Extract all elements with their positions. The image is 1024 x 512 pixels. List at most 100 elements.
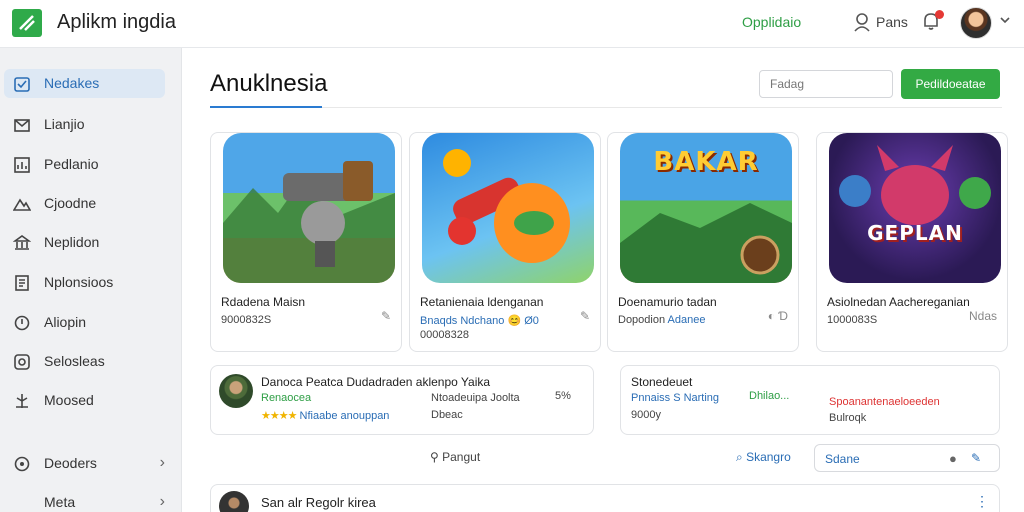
review-card[interactable]: Danoca Peatca Dudadraden aklenpo Yaika R… [210,365,594,435]
chart-icon [14,157,30,173]
app-card[interactable]: BAKAR Doenamurio tadan Dopodion Adanee ◐… [607,132,799,352]
card-meta: 9000832S [221,314,272,326]
search-link[interactable]: ⌕ Skangro [736,450,791,465]
primary-button[interactable]: Pedildoeatae [901,69,1000,99]
feed-title: San alr Regolr kirea [261,495,376,510]
document-icon [15,275,29,291]
pin-icon: ⚲ [430,450,443,464]
sidebar-item-9[interactable]: Moosed [4,386,165,415]
game-thumbnail[interactable]: BAKAR [620,133,792,283]
notification-badge [935,10,944,19]
reviewer-avatar [219,374,253,408]
mountain-icon [13,198,31,211]
review-title: Danoca Peatca Dudadraden aklenpo Yaika [261,375,491,389]
sidebar-item-10[interactable]: Deoders › [4,449,165,478]
thumbnail-logo: GEPLAN [867,221,963,245]
sidebar-item-5[interactable]: Neplidon [4,228,165,257]
review-subtitle: Ntoadeuipa Joolta [431,392,520,404]
location-label[interactable]: ⚲ Pangut [430,450,480,464]
sidebar-item-11[interactable]: Meta › [4,488,165,512]
settings-icon [14,354,30,370]
compass-icon [14,456,30,472]
review-meta: Dbeac [431,409,463,421]
divider [322,107,1002,108]
mail-icon [14,119,30,132]
chevron-down-icon[interactable] [999,15,1011,25]
app-card[interactable]: Retanienaia ldenganan Bnaqds Ndchano 😊 Ø… [409,132,601,352]
sidebar-item-label: Aliopin [44,314,87,330]
sidebar-item-1[interactable]: Nedakes [4,69,165,98]
card-action-label[interactable]: Ndas [969,309,997,323]
toggle-icon[interactable]: ◐ Ɗ [768,309,788,323]
app-logo-icon[interactable] [12,9,42,37]
sidebar-item-label: Lianjio [44,116,85,132]
game-thumbnail[interactable] [422,133,594,283]
chevron-right-icon: › [159,493,165,510]
calendar-icon [14,77,30,92]
review-card[interactable]: Stonedeuet Pnnaiss S Narting Dhilao... 9… [620,365,1000,435]
tree-icon [16,394,28,408]
chip-label: Sdane [825,452,860,466]
review-count: 9000y [631,409,661,421]
sidebar-item-label: Cjoodne [44,195,97,211]
sidebar-item-label: Nplonsioos [44,274,114,290]
sidebar-item-label: Deoders [44,455,97,471]
sidebar-item-4[interactable]: Cjoodne [4,189,165,218]
game-thumbnail[interactable] [223,133,395,283]
more-options-icon[interactable]: ⋮ [975,493,989,510]
card-meta: Bnaqds Ndchano 😊 Ø0 [420,315,539,327]
top-nav-link[interactable]: Opplidaio [742,14,801,30]
sidebar-item-6[interactable]: Nplonsioos [4,268,165,297]
card-meta-accent: Adanee [667,314,706,326]
sidebar-item-label: Pedlanio [44,156,99,172]
sidebar-item-label: Moosed [44,392,94,408]
sidebar: Nedakes Lianjio Pedlanio Cjoodne Neplido… [0,48,182,512]
card-title: Retanienaia ldenganan [420,295,544,309]
card-meta-text: Dopodion [618,314,666,326]
game-thumbnail[interactable]: GEPLAN [829,133,1001,283]
card-title: Rdadena Maisn [221,295,306,309]
user-icon[interactable] [853,12,871,32]
card-meta-secondary: 00008328 [420,329,469,341]
page-title: Anuklnesia [210,70,328,97]
review-meta: Bulroqk [829,412,867,424]
review-author: Renaocea [261,392,312,404]
card-meta: Dopodion Adanee [618,314,705,326]
sidebar-item-2[interactable]: Lianjio [4,110,165,139]
edit-icon[interactable]: ✎ [381,309,391,323]
app-title: Aplikm ingdia [57,11,176,33]
review-alert: Spoanantenaeloeeden [829,396,940,408]
review-count: 5% [555,390,571,402]
sidebar-item-8[interactable]: Selosleas [4,347,165,376]
star-rating: ★★★★ [261,410,297,422]
review-title: Stonedeuet [631,375,693,389]
search-icon: ⌕ [736,450,747,464]
app-card[interactable]: Rdadena Maisn 9000832S ✎ [210,132,402,352]
user-avatar[interactable] [960,7,992,39]
review-subtitle: Pnnaiss S Narting [631,392,720,404]
sidebar-item-label: Meta [44,494,76,510]
card-title: Doenamurio tadan [618,295,717,309]
edit-icon[interactable]: ✎ [971,451,981,465]
card-title: Asiolnedan Aachereganian [827,295,970,309]
app-card[interactable]: GEPLAN Asiolnedan Aachereganian 1000083S… [816,132,1008,352]
location-text: Pangut [442,450,481,464]
location-icon[interactable]: ● [949,451,957,466]
user-name[interactable]: Pans [876,14,908,30]
sidebar-item-7[interactable]: Aliopin [4,308,165,337]
review-link[interactable]: Nfiaabe anouppan [300,410,390,422]
top-bar: Aplikm ingdia Opplidaio Pans [0,0,1024,48]
feed-avatar [219,491,249,512]
search-input[interactable] [759,70,893,98]
bank-icon [13,235,31,250]
sidebar-item-3[interactable]: Pedlanio [4,150,165,179]
filter-chip[interactable]: Sdane ● ✎ [814,444,1000,472]
card-meta: 1000083S [827,314,878,326]
review-rating: ★★★★ Nfiaabe anouppan [261,409,389,422]
edit-icon[interactable]: ✎ [580,309,590,323]
main-content: Anuklnesia Pedildoeatae Rdadena Maisn 90… [182,48,1024,512]
title-underline [210,106,322,108]
chevron-right-icon: › [159,454,165,471]
feed-item[interactable]: San alr Regolr kirea ⋮ [210,484,1000,512]
sidebar-item-label: Selosleas [44,353,105,369]
